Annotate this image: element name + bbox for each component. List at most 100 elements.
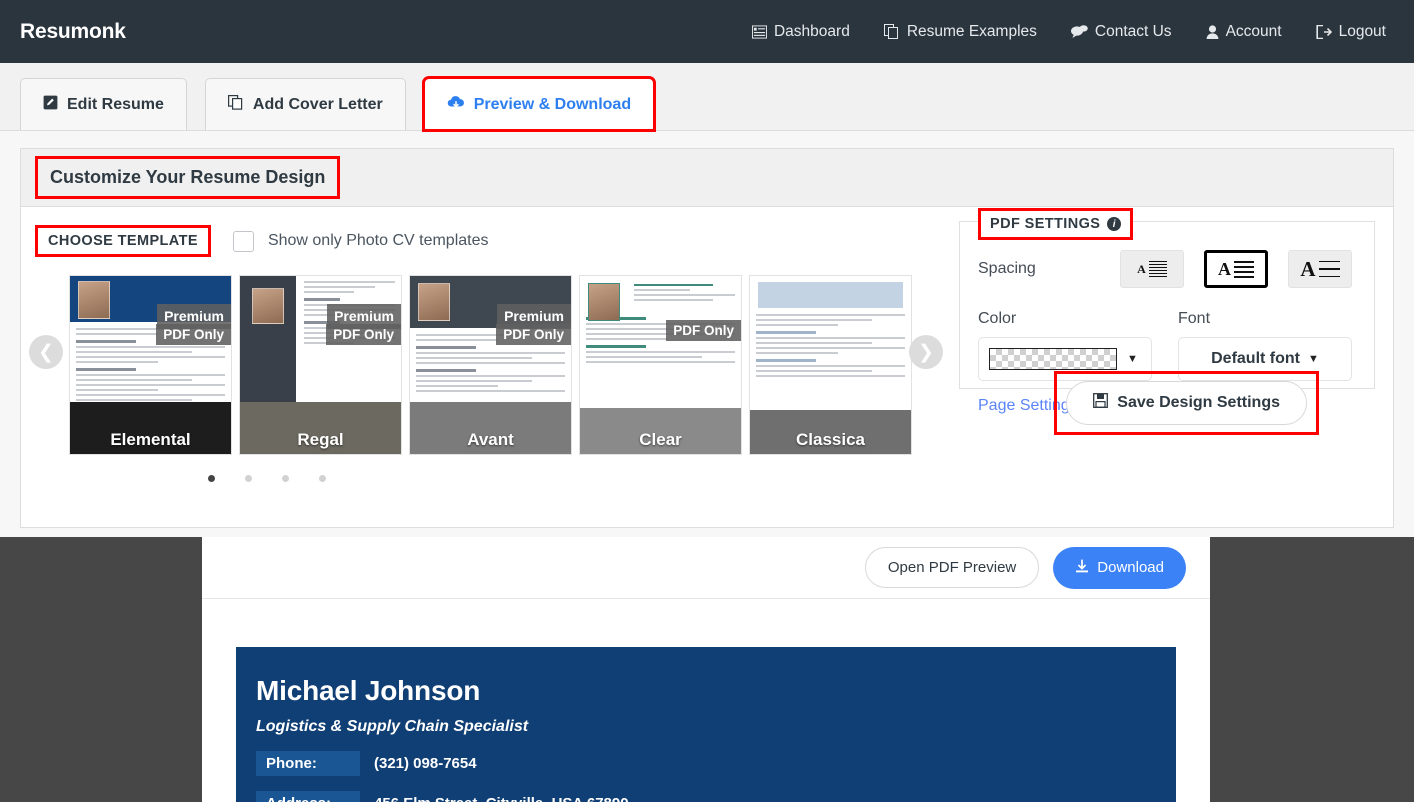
resume-field-key: Phone: bbox=[256, 751, 360, 776]
tab-label: Preview & Download bbox=[473, 95, 632, 113]
pdf-only-badge: PDF Only bbox=[156, 324, 231, 345]
tab-label: Edit Resume bbox=[67, 95, 164, 113]
nav-item-contact-us[interactable]: Contact Us bbox=[1070, 22, 1172, 41]
card-body: CHOOSE TEMPLATE Show only Photo CV templ… bbox=[21, 207, 1393, 528]
card-header: Customize Your Resume Design bbox=[21, 149, 1393, 207]
download-button-label: Download bbox=[1097, 559, 1164, 576]
save-button-label: Save Design Settings bbox=[1117, 394, 1280, 411]
resume-role: Logistics & Supply Chain Specialist bbox=[256, 718, 529, 735]
template-card-avant[interactable]: Premium PDF Only Avant bbox=[409, 275, 572, 455]
lines-icon bbox=[1318, 260, 1340, 278]
resume-field-value: 456 Elm Street, Cityville, USA 67890 bbox=[360, 795, 629, 802]
choose-template-label: CHOOSE TEMPLATE bbox=[35, 225, 211, 257]
spacing-option-spacious[interactable]: A bbox=[1288, 250, 1352, 288]
template-name: Clear bbox=[639, 430, 682, 449]
carousel-dot-1[interactable] bbox=[208, 475, 215, 482]
nav-item-label: Dashboard bbox=[773, 22, 850, 40]
download-icon bbox=[1075, 559, 1089, 577]
chevron-down-icon: ▼ bbox=[1307, 353, 1319, 365]
save-design-settings-highlight: Save Design Settings bbox=[1054, 371, 1319, 435]
nav-item-label: Account bbox=[1225, 22, 1282, 40]
template-name: Elemental bbox=[110, 430, 191, 449]
tab-edit-resume[interactable]: Edit Resume bbox=[20, 78, 187, 130]
page-title: Customize Your Resume Design bbox=[35, 156, 341, 199]
spacing-options: A A A bbox=[1120, 250, 1352, 288]
open-pdf-preview-button[interactable]: Open PDF Preview bbox=[864, 547, 1040, 588]
nav-item-logout[interactable]: Logout bbox=[1315, 22, 1386, 41]
letter-a-glyph: A bbox=[1218, 258, 1231, 279]
spacing-row: Spacing A A A bbox=[978, 250, 1352, 288]
nav-item-account[interactable]: Account bbox=[1206, 23, 1282, 41]
preview-page-panel: Open PDF Preview Download Michael Johnso… bbox=[202, 537, 1210, 802]
pdf-only-badge: PDF Only bbox=[666, 320, 741, 341]
template-name: Avant bbox=[467, 430, 514, 449]
documents-icon bbox=[883, 24, 900, 39]
carousel-dot-2[interactable] bbox=[245, 475, 252, 482]
chevron-right-icon[interactable]: ❯ bbox=[909, 335, 943, 369]
info-icon[interactable]: i bbox=[1107, 217, 1122, 231]
lines-icon bbox=[1148, 260, 1167, 278]
customize-design-card: Customize Your Resume Design CHOOSE TEMP… bbox=[20, 148, 1394, 528]
pdf-settings-box: PDF SETTINGS i Spacing A A A Color ▼ Fon… bbox=[959, 208, 1375, 414]
resume-field-key: Address: bbox=[256, 791, 360, 802]
copy-icon bbox=[227, 94, 244, 115]
font-label: Font bbox=[1178, 310, 1211, 327]
carousel-dot-3[interactable] bbox=[282, 475, 289, 482]
template-name: Regal bbox=[297, 430, 344, 449]
nav-item-label: Resume Examples bbox=[906, 22, 1037, 40]
photo-cv-label: Show only Photo CV templates bbox=[267, 232, 489, 249]
resume-field-value: (321) 098-7654 bbox=[374, 755, 477, 772]
tab-add-cover-letter[interactable]: Add Cover Letter bbox=[204, 78, 406, 130]
carousel-pagination bbox=[35, 475, 959, 482]
chat-icon bbox=[1070, 24, 1088, 39]
template-carousel: ❮ ❯ Premium PDF Only Elemental Premium P… bbox=[29, 275, 959, 461]
brand-logo[interactable]: Resumonk bbox=[20, 20, 126, 44]
save-design-settings-button[interactable]: Save Design Settings bbox=[1066, 381, 1307, 425]
resume-name: Michael Johnson bbox=[256, 675, 481, 706]
resume-preview-area: Open PDF Preview Download Michael Johnso… bbox=[0, 537, 1414, 802]
template-preview-image bbox=[750, 276, 911, 454]
lines-icon bbox=[1234, 260, 1254, 278]
template-preview-image bbox=[70, 276, 231, 454]
preview-toolbar: Open PDF Preview Download bbox=[202, 537, 1210, 599]
template-card-classica[interactable]: Classica bbox=[749, 275, 912, 455]
cloud-download-icon bbox=[447, 95, 465, 114]
resume-document-preview[interactable]: Michael Johnson Logistics & Supply Chain… bbox=[236, 647, 1176, 802]
template-preview-image bbox=[240, 276, 401, 454]
template-card-clear[interactable]: PDF Only Clear bbox=[579, 275, 742, 455]
photo-cv-checkbox[interactable] bbox=[232, 230, 254, 252]
carousel-dot-4[interactable] bbox=[319, 475, 326, 482]
nav-item-dashboard[interactable]: Dashboard bbox=[751, 22, 850, 41]
color-swatch bbox=[989, 348, 1117, 370]
logout-icon bbox=[1315, 24, 1332, 39]
spacing-option-medium[interactable]: A bbox=[1204, 250, 1268, 288]
template-preview-image bbox=[580, 276, 741, 454]
pencil-square-icon bbox=[43, 95, 58, 115]
photo-cv-filter[interactable]: Show only Photo CV templates bbox=[232, 230, 489, 252]
pdf-settings-title-text: PDF SETTINGS bbox=[990, 216, 1101, 232]
pdf-settings-title: PDF SETTINGS i bbox=[978, 208, 1134, 240]
nav-item-resume-examples[interactable]: Resume Examples bbox=[883, 22, 1037, 41]
nav-item-label: Contact Us bbox=[1094, 22, 1172, 40]
template-chooser-header: CHOOSE TEMPLATE Show only Photo CV templ… bbox=[35, 223, 959, 259]
pdf-only-badge: PDF Only bbox=[326, 324, 401, 345]
download-button[interactable]: Download bbox=[1053, 546, 1186, 589]
pdf-only-badge: PDF Only bbox=[496, 324, 571, 345]
top-navigation-bar: Resumonk Dashboard Resume Examples Conta… bbox=[0, 0, 1414, 63]
template-card-regal[interactable]: Premium PDF Only Regal bbox=[239, 275, 402, 455]
chevron-left-icon[interactable]: ❮ bbox=[29, 335, 63, 369]
spacing-option-compact[interactable]: A bbox=[1120, 250, 1184, 288]
template-chooser: CHOOSE TEMPLATE Show only Photo CV templ… bbox=[21, 207, 959, 528]
tab-preview-and-download[interactable]: Preview & Download bbox=[421, 76, 657, 132]
template-preview-image bbox=[410, 276, 571, 454]
dashboard-icon bbox=[751, 24, 767, 39]
chevron-down-icon: ▼ bbox=[1127, 353, 1138, 365]
letter-a-glyph: A bbox=[1137, 261, 1146, 276]
font-value: Default font bbox=[1211, 350, 1300, 367]
resume-field-phone: Phone: (321) 098-7654 bbox=[256, 751, 1176, 776]
tab-strip: Edit Resume Add Cover Letter Preview & D… bbox=[0, 63, 1414, 132]
resume-field-address: Address: 456 Elm Street, Cityville, USA … bbox=[256, 791, 1176, 802]
nav-item-label: Logout bbox=[1338, 22, 1386, 40]
tab-label: Add Cover Letter bbox=[252, 95, 383, 113]
template-card-elemental[interactable]: Premium PDF Only Elemental bbox=[69, 275, 232, 455]
